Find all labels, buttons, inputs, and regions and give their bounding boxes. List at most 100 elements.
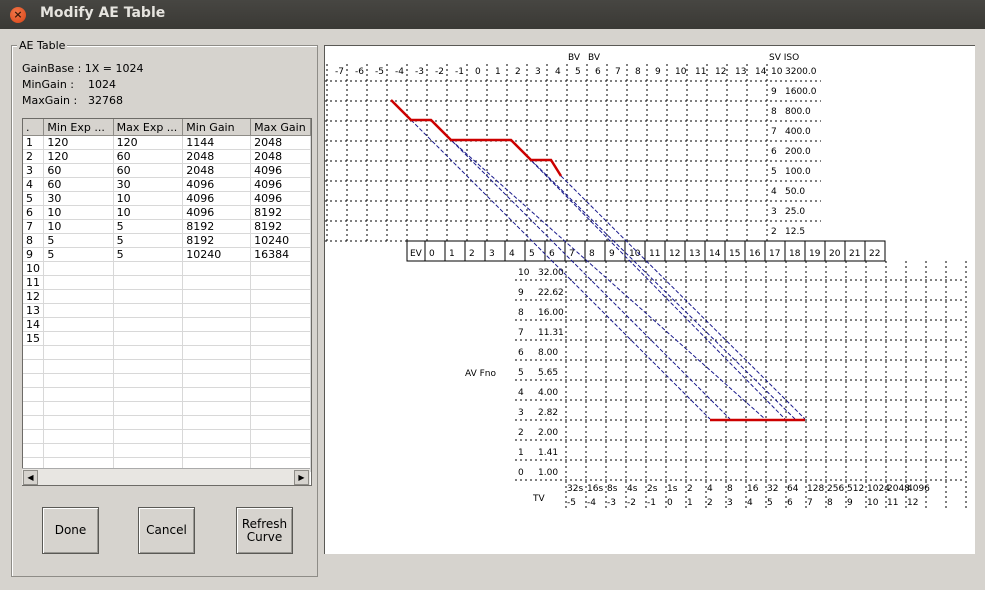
table-cell[interactable] (43, 275, 114, 290)
table-row[interactable] (23, 359, 311, 374)
table-row[interactable] (23, 415, 311, 430)
table-cell[interactable]: 10 (113, 205, 184, 220)
table-cell[interactable] (250, 317, 311, 332)
scroll-left-icon[interactable]: ◀ (23, 470, 38, 485)
row-index-cell[interactable]: 7 (23, 219, 45, 234)
table-cell[interactable]: 1144 (182, 135, 252, 150)
table-cell[interactable] (113, 303, 184, 318)
table-cell[interactable] (182, 443, 252, 458)
table-cell[interactable] (250, 429, 311, 444)
table-cell[interactable]: 10 (113, 191, 184, 206)
table-row[interactable]: 10 (23, 261, 311, 276)
table-row[interactable]: 8 5 5 8192 10240 (23, 233, 311, 248)
table-row[interactable]: 2 120 60 2048 2048 (23, 149, 311, 164)
table-row[interactable] (23, 373, 311, 388)
table-cell[interactable] (250, 275, 311, 290)
table-cell[interactable] (182, 331, 252, 346)
row-index-cell[interactable] (23, 443, 45, 458)
table-cell[interactable] (182, 387, 252, 402)
column-header[interactable]: . (23, 119, 45, 136)
table-cell[interactable]: 2048 (250, 149, 311, 164)
table-cell[interactable]: 120 (43, 149, 114, 164)
table-cell[interactable] (182, 373, 252, 388)
table-cell[interactable]: 2048 (182, 163, 252, 178)
table-cell[interactable]: 5 (113, 233, 184, 248)
table-cell[interactable] (182, 317, 252, 332)
table-cell[interactable] (43, 359, 114, 374)
table-cell[interactable] (113, 359, 184, 374)
row-index-cell[interactable] (23, 359, 45, 374)
table-row[interactable]: 7 10 5 8192 8192 (23, 219, 311, 234)
table-cell[interactable] (113, 373, 184, 388)
table-cell[interactable] (182, 303, 252, 318)
table-cell[interactable] (43, 261, 114, 276)
table-cell[interactable]: 4096 (182, 191, 252, 206)
done-button[interactable]: Done (42, 507, 99, 554)
table-cell[interactable] (43, 317, 114, 332)
table-cell[interactable] (113, 345, 184, 360)
column-header[interactable]: Min Exp ... (43, 119, 114, 136)
table-cell[interactable] (43, 345, 114, 360)
table-cell[interactable]: 16384 (250, 247, 311, 262)
table-cell[interactable] (113, 387, 184, 402)
table-cell[interactable] (43, 387, 114, 402)
table-cell[interactable] (250, 443, 311, 458)
row-index-cell[interactable]: 3 (23, 163, 45, 178)
row-index-cell[interactable]: 5 (23, 191, 45, 206)
table-cell[interactable]: 4096 (182, 205, 252, 220)
table-cell[interactable]: 10240 (250, 233, 311, 248)
table-cell[interactable]: 60 (43, 163, 114, 178)
table-row[interactable]: 12 (23, 289, 311, 304)
column-header[interactable]: Max Gain (250, 119, 311, 136)
table-cell[interactable] (250, 415, 311, 430)
table-row[interactable] (23, 387, 311, 402)
table-cell[interactable] (250, 289, 311, 304)
table-cell[interactable] (182, 289, 252, 304)
row-index-cell[interactable]: 12 (23, 289, 45, 304)
table-cell[interactable] (43, 415, 114, 430)
table-cell[interactable]: 5 (113, 247, 184, 262)
table-cell[interactable]: 2048 (182, 149, 252, 164)
table-row[interactable] (23, 401, 311, 416)
table-cell[interactable] (113, 331, 184, 346)
table-cell[interactable] (250, 303, 311, 318)
table-row[interactable]: 4 60 30 4096 4096 (23, 177, 311, 192)
refresh-curve-button[interactable]: Refresh Curve (236, 507, 293, 554)
table-row[interactable]: 14 (23, 317, 311, 332)
row-index-cell[interactable] (23, 429, 45, 444)
table-cell[interactable]: 30 (113, 177, 184, 192)
table-cell[interactable]: 60 (43, 177, 114, 192)
table-cell[interactable]: 10 (43, 219, 114, 234)
table-cell[interactable] (250, 359, 311, 374)
row-index-cell[interactable]: 4 (23, 177, 45, 192)
table-cell[interactable] (250, 345, 311, 360)
row-index-cell[interactable]: 2 (23, 149, 45, 164)
table-cell[interactable]: 10240 (182, 247, 252, 262)
row-index-cell[interactable]: 11 (23, 275, 45, 290)
row-index-cell[interactable]: 6 (23, 205, 45, 220)
table-row[interactable]: 13 (23, 303, 311, 318)
table-cell[interactable] (43, 429, 114, 444)
table-row[interactable]: 5 30 10 4096 4096 (23, 191, 311, 206)
table-cell[interactable]: 30 (43, 191, 114, 206)
table-cell[interactable] (182, 275, 252, 290)
table-cell[interactable] (250, 387, 311, 402)
table-cell[interactable]: 8192 (182, 219, 252, 234)
row-index-cell[interactable] (23, 415, 45, 430)
table-cell[interactable] (182, 261, 252, 276)
row-index-cell[interactable]: 13 (23, 303, 45, 318)
table-cell[interactable] (182, 415, 252, 430)
table-row[interactable] (23, 345, 311, 360)
table-cell[interactable] (182, 359, 252, 374)
table-row[interactable]: 15 (23, 331, 311, 346)
row-index-cell[interactable]: 1 (23, 135, 45, 150)
table-cell[interactable] (113, 289, 184, 304)
table-cell[interactable]: 60 (113, 163, 184, 178)
table-cell[interactable] (182, 345, 252, 360)
table-row[interactable]: 11 (23, 275, 311, 290)
row-index-cell[interactable] (23, 345, 45, 360)
table-cell[interactable]: 5 (113, 219, 184, 234)
table-cell[interactable] (182, 429, 252, 444)
scroll-right-icon[interactable]: ▶ (294, 470, 309, 485)
row-index-cell[interactable]: 9 (23, 247, 45, 262)
